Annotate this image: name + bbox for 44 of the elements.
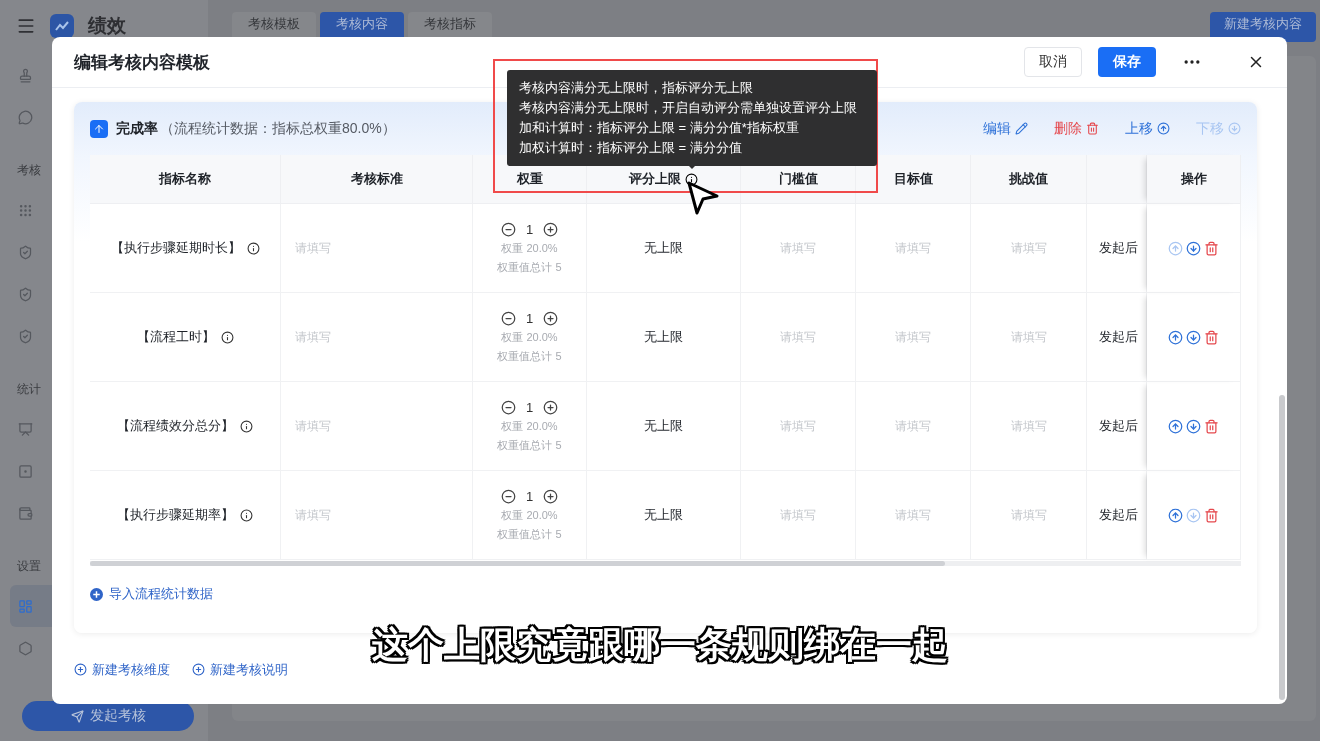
weight-percent: 权重 20.0% <box>501 240 558 256</box>
column-header: 权重 <box>516 170 543 188</box>
weight-value: 1 <box>525 221 534 237</box>
column-header: 门槛值 <box>778 170 818 188</box>
column-header: 考核标准 <box>350 170 403 188</box>
table-cell: 发起后 <box>1099 239 1138 257</box>
weight-total: 权重值总计 5 <box>497 348 562 364</box>
weight-total: 权重值总计 5 <box>497 259 562 275</box>
weight-percent: 权重 20.0% <box>501 507 558 523</box>
weight-value: 1 <box>525 310 534 326</box>
column-header: 操作 <box>1180 170 1207 188</box>
score-limit: 无上限 <box>644 239 683 257</box>
dimension-title: 完成率 <box>116 119 158 138</box>
indicator-name: 【执行步骤延期率】 <box>117 506 234 524</box>
dialog-title: 编辑考核内容模板 <box>74 51 210 74</box>
table-cell: 发起后 <box>1099 417 1138 435</box>
indicator-name: 【执行步骤延期时长】 <box>110 239 241 257</box>
table-cell: 发起后 <box>1099 328 1138 346</box>
tooltip-line: 加和计算时：指标评分上限 = 满分分值*指标权重 <box>519 119 800 137</box>
score-limit: 无上限 <box>644 417 683 435</box>
weight-total: 权重值总计 5 <box>497 526 562 542</box>
tooltip-line: 加权计算时：指标评分上限 = 满分分值 <box>519 139 743 157</box>
caption: 这个上限究竟跟哪一条规则绑在一起 <box>372 623 948 667</box>
weight-total: 权重值总计 5 <box>497 437 562 453</box>
tooltip-line: 考核内容满分无上限时，开启自动评分需单独设置评分上限 <box>519 99 858 117</box>
weight-percent: 权重 20.0% <box>501 329 558 345</box>
sidebar-section-title: 考核 <box>17 162 41 179</box>
sidebar-section-title: 统计 <box>17 381 41 398</box>
column-header: 目标值 <box>893 170 933 188</box>
weight-value: 1 <box>525 399 534 415</box>
weight-percent: 权重 20.0% <box>501 418 558 434</box>
indicator-name: 【流程绩效分总分】 <box>117 417 234 435</box>
score-limit: 无上限 <box>644 506 683 524</box>
column-header: 指标名称 <box>159 170 211 188</box>
tooltip-line: 考核内容满分无上限时，指标评分无上限 <box>519 79 754 97</box>
weight-value: 1 <box>525 488 534 504</box>
table-cell: 发起后 <box>1099 506 1138 524</box>
indicator-name: 【流程工时】 <box>136 328 215 346</box>
app-title: 绩效 <box>88 14 126 38</box>
sidebar-section-title: 设置 <box>17 558 41 575</box>
column-header: 评分上限 <box>629 170 681 188</box>
column-header: 挑战值 <box>1009 170 1048 188</box>
score-limit: 无上限 <box>644 328 683 346</box>
dimension-subtitle: （流程统计数据：指标总权重80.0%） <box>160 119 396 138</box>
